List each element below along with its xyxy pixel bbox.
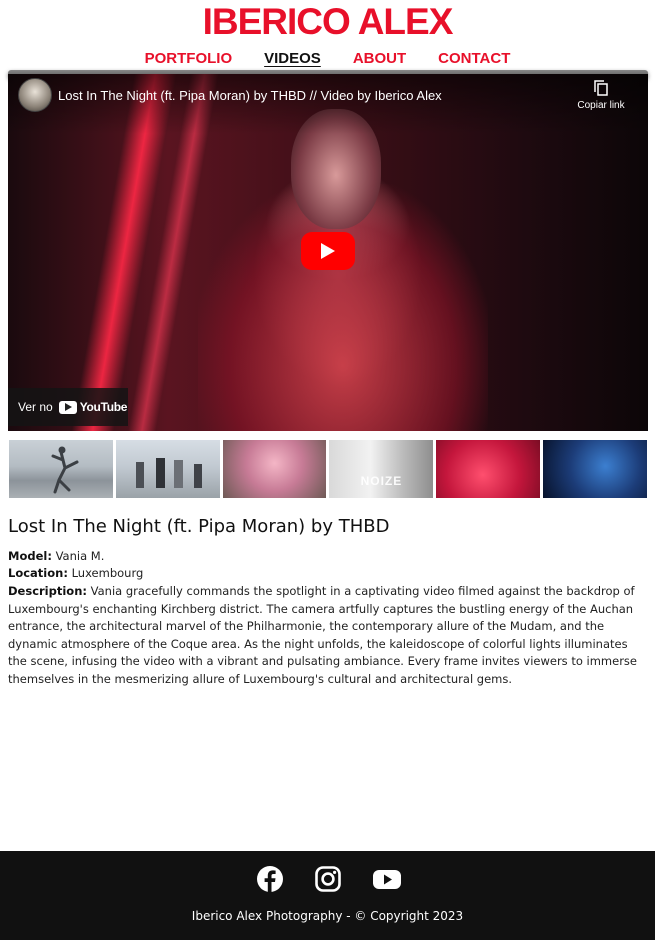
video-thumbnail[interactable]: NOIZE [329,440,434,498]
video-thumbnail[interactable] [436,440,541,498]
model-value: Vania M. [55,549,105,563]
video-thumbnail[interactable] [9,440,113,498]
nav-portfolio[interactable]: PORTFOLIO [145,50,233,68]
youtube-icon [58,400,77,414]
play-button[interactable] [301,232,355,270]
site-footer: Iberico Alex Photography - © Copyright 2… [0,851,655,940]
youtube-footer-icon[interactable] [372,865,401,893]
model-line: Model: Vania M. [8,548,648,566]
watch-on-label: Ver no [18,400,53,414]
dancer-silhouette [51,446,79,494]
video-thumbnail[interactable] [222,440,327,498]
description-paragraph: Description: Vania gracefully commands t… [8,583,648,688]
site-logo[interactable]: IBERICO ALEX [0,2,655,42]
location-label: Location: [8,566,68,580]
description-text: Vania gracefully commands the spotlight … [8,584,637,686]
copy-link-button[interactable]: Copiar link [566,80,636,111]
copy-icon [594,80,608,96]
location-line: Location: Luxembourg [8,565,648,583]
player-video-title[interactable]: Lost In The Night (ft. Pipa Moran) by TH… [58,88,538,103]
player-top-overlay [8,74,648,134]
main-nav: PORTFOLIO VIDEOS ABOUT CONTACT [0,50,655,68]
video-thumbnail[interactable] [115,440,220,498]
video-thumbnail-strip: NOIZE [9,440,647,498]
channel-avatar[interactable] [18,78,52,112]
copy-link-label: Copiar link [577,100,625,111]
nav-about[interactable]: ABOUT [353,50,406,68]
watch-on-youtube-button[interactable]: Ver no YouTube [8,388,128,426]
group-silhouette [135,458,202,488]
video-title: Lost In The Night (ft. Pipa Moran) by TH… [8,516,390,537]
play-icon [321,243,335,259]
copyright-text: Iberico Alex Photography - © Copyright 2… [191,909,464,923]
instagram-icon[interactable] [314,865,342,893]
nav-contact[interactable]: CONTACT [438,50,510,68]
video-player[interactable]: Lost In The Night (ft. Pipa Moran) by TH… [8,74,648,431]
location-value: Luxembourg [71,566,144,580]
description-label: Description: [8,584,87,598]
facebook-icon[interactable] [256,865,284,893]
thumbnail-caption: NOIZE [360,474,403,488]
video-thumbnail[interactable] [543,440,647,498]
social-links [0,865,655,893]
nav-videos[interactable]: VIDEOS [264,50,321,68]
youtube-wordmark: YouTube [79,400,128,414]
youtube-logo: YouTube [58,400,128,414]
model-label: Model: [8,549,52,563]
